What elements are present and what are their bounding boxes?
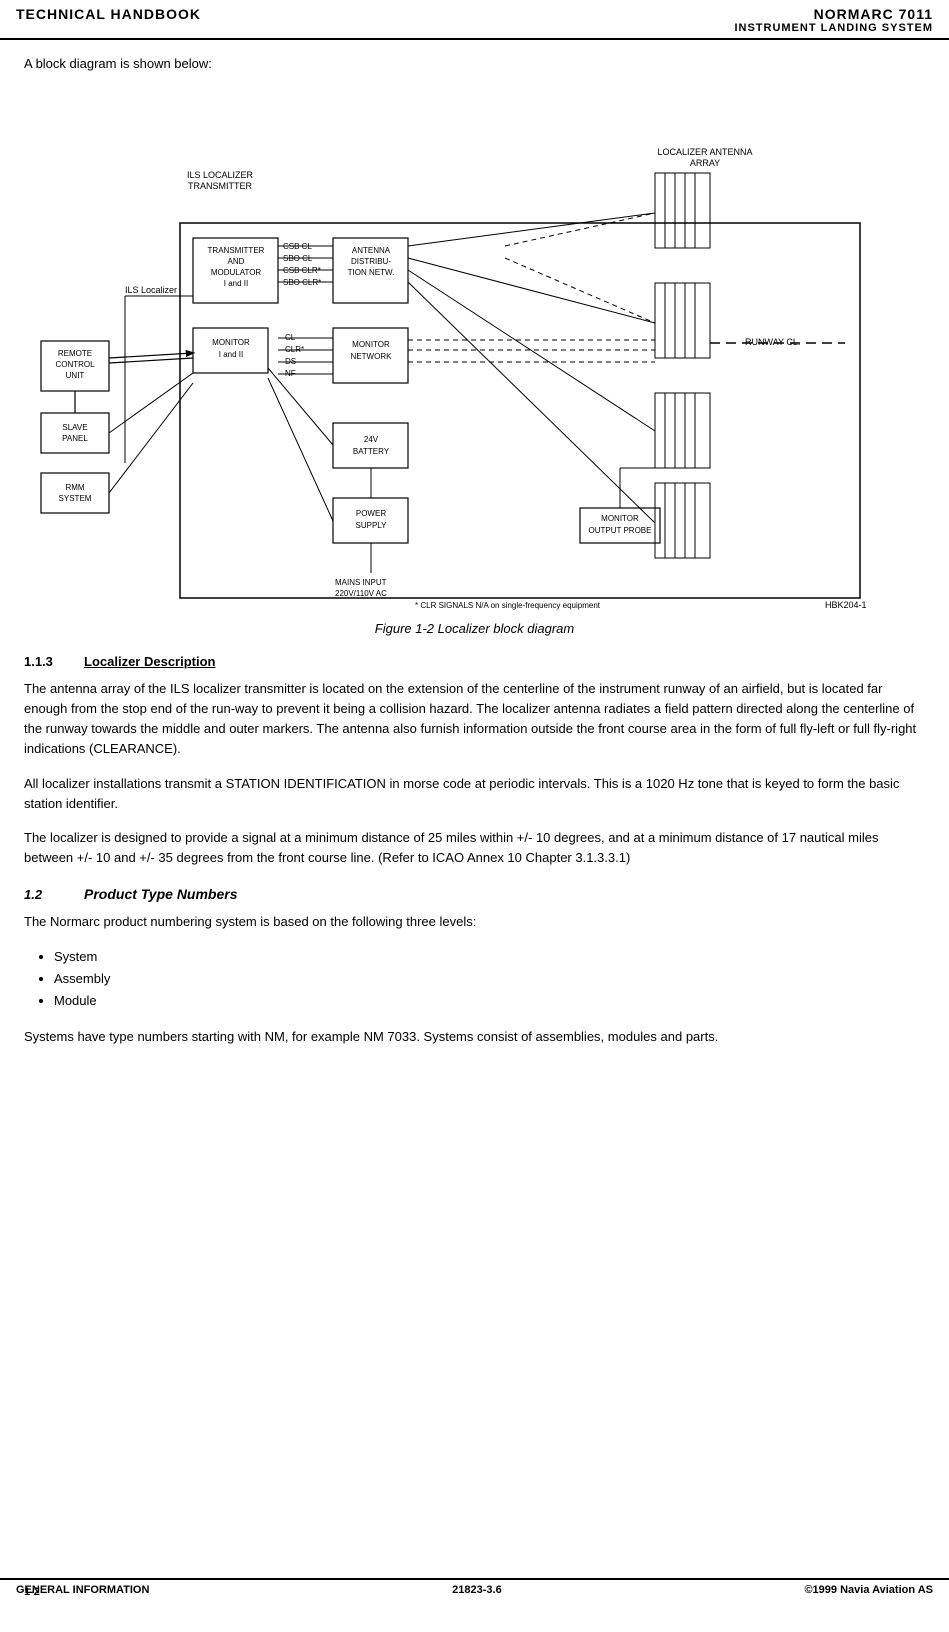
svg-text:TRANSMITTER: TRANSMITTER: [207, 246, 264, 255]
svg-text:MONITOR: MONITOR: [601, 514, 639, 523]
bullet-module: Module: [54, 990, 925, 1012]
svg-text:* CLR SIGNALS N/A on single-fr: * CLR SIGNALS N/A on single-frequency eq…: [415, 601, 601, 610]
svg-text:RUNWAY CL.: RUNWAY CL.: [745, 337, 800, 347]
section-title-1-1-3: Localizer Description: [84, 654, 215, 669]
diagram-border: [180, 223, 860, 598]
intro-text: A block diagram is shown below:: [24, 56, 925, 71]
figure-caption: Figure 1-2 Localizer block diagram: [24, 621, 925, 636]
diagram-svg: LOCALIZER ANTENNA ARRAY ILS LOCALIZER TR…: [25, 83, 925, 613]
svg-text:NETWORK: NETWORK: [350, 352, 392, 361]
section-1-1-3-para2: All localizer installations transmit a S…: [24, 774, 925, 814]
svg-text:SYSTEM: SYSTEM: [58, 494, 91, 503]
localizer-antenna-label: LOCALIZER ANTENNA: [657, 147, 752, 157]
localizer-antenna-label2: ARRAY: [689, 158, 719, 168]
svg-text:MONITOR: MONITOR: [212, 338, 250, 347]
page-footer: GENERAL INFORMATION 21823-3.6 ©1999 Navi…: [0, 1578, 949, 1600]
footer-right: ©1999 Navia Aviation AS: [804, 1584, 933, 1596]
page-content: A block diagram is shown below: LOCALIZE…: [0, 40, 949, 1600]
svg-text:ILS Localizer: ILS Localizer: [125, 285, 177, 295]
page-number: 1-2: [24, 1586, 40, 1598]
block-diagram: LOCALIZER ANTENNA ARRAY ILS LOCALIZER TR…: [25, 83, 925, 613]
svg-text:MODULATOR: MODULATOR: [210, 268, 261, 277]
header-left-title: TECHNICAL HANDBOOK: [16, 6, 201, 22]
svg-text:BATTERY: BATTERY: [352, 447, 389, 456]
antenna-array-mid2: [655, 393, 710, 468]
header-system-title: INSTRUMENT LANDING SYSTEM: [734, 22, 933, 34]
section-1-2-para1: The Normarc product numbering system is …: [24, 912, 925, 932]
svg-text:PANEL: PANEL: [62, 434, 88, 443]
battery-box: [333, 423, 408, 468]
svg-text:MONITOR: MONITOR: [352, 340, 390, 349]
section-title-1-2: Product Type Numbers: [84, 886, 238, 902]
svg-text:MAINS INPUT: MAINS INPUT: [335, 578, 387, 587]
footer-center: 21823-3.6: [452, 1584, 502, 1596]
svg-text:CONTROL: CONTROL: [55, 360, 95, 369]
header-right: NORMARC 7011 INSTRUMENT LANDING SYSTEM: [734, 6, 933, 34]
svg-text:SUPPLY: SUPPLY: [355, 521, 387, 530]
svg-text:OUTPUT PROBE: OUTPUT PROBE: [588, 526, 651, 535]
svg-text:DISTRIBU-: DISTRIBU-: [351, 257, 391, 266]
svg-text:220V/110V AC: 220V/110V AC: [335, 589, 387, 598]
antenna-array-mid1: [655, 283, 710, 358]
rmm-system-box: [41, 473, 109, 513]
svg-text:TION NETW.: TION NETW.: [347, 268, 394, 277]
section-1-2-heading: 1.2 Product Type Numbers: [24, 886, 925, 902]
section-num-1-1-3: 1.1.3: [24, 654, 84, 669]
svg-text:I and II: I and II: [218, 350, 242, 359]
svg-text:POWER: POWER: [355, 509, 385, 518]
page-header: TECHNICAL HANDBOOK NORMARC 7011 INSTRUME…: [0, 0, 949, 40]
svg-text:24V: 24V: [363, 435, 378, 444]
section-1-1-3-para1: The antenna array of the ILS localizer t…: [24, 679, 925, 760]
section-num-1-2: 1.2: [24, 887, 84, 902]
antenna-array-bot: [655, 483, 710, 558]
svg-text:REMOTE: REMOTE: [57, 349, 91, 358]
section-1-2-after-bullets: Systems have type numbers starting with …: [24, 1027, 925, 1047]
slave-panel-box: [41, 413, 109, 453]
svg-text:I and II: I and II: [223, 279, 247, 288]
ils-tx-label: ILS LOCALIZER: [186, 170, 253, 180]
bullet-system: System: [54, 946, 925, 968]
section-1-1-3-heading: 1.1.3 Localizer Description: [24, 654, 925, 669]
svg-text:RMM: RMM: [65, 483, 84, 492]
section-1-1-3-para3: The localizer is designed to provide a s…: [24, 828, 925, 868]
antenna-array-top: [655, 173, 710, 248]
bullet-assembly: Assembly: [54, 968, 925, 990]
header-product-title: NORMARC 7011: [734, 6, 933, 22]
ils-tx-label2: TRANSMITTER: [188, 181, 252, 191]
svg-text:SLAVE: SLAVE: [62, 423, 87, 432]
svg-text:AND: AND: [227, 257, 244, 266]
svg-text:HBK204-1: HBK204-1: [825, 600, 867, 610]
bullet-list: System Assembly Module: [54, 946, 925, 1012]
svg-text:UNIT: UNIT: [65, 371, 84, 380]
svg-text:ANTENNA: ANTENNA: [351, 246, 390, 255]
